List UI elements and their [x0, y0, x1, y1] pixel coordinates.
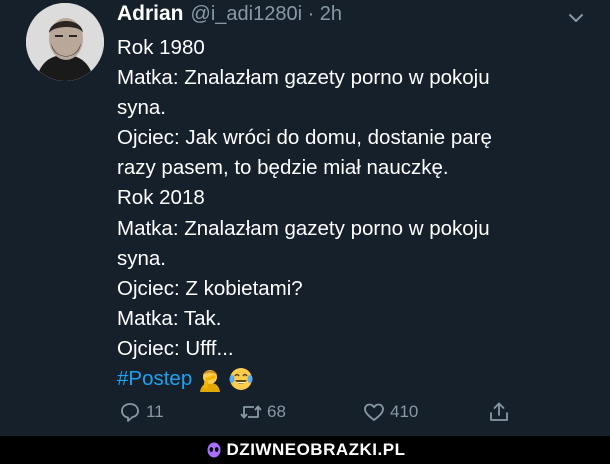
avatar-photo	[26, 3, 104, 81]
share-icon	[490, 402, 508, 421]
tweet-line: Matka: Tak.	[117, 306, 222, 330]
reply-icon	[121, 403, 139, 422]
hashtag-link[interactable]: #Postep	[117, 364, 192, 394]
tweet-line: Rok 2018	[117, 186, 205, 210]
author-name[interactable]: Adrian	[117, 2, 184, 26]
tweet-content: Adrian @i_adi1280i · 2h Rok 1980 Matka: …	[117, 2, 587, 394]
tweet-line: Matka: Znalazłam gazety porno w pokoju	[117, 66, 490, 90]
tweet-line: Rok 1980	[117, 36, 205, 59]
author-meta[interactable]: @i_adi1280i · 2h	[191, 3, 343, 26]
retweet-icon	[240, 405, 262, 419]
tweet-line: Ojciec: Z kobietami?	[117, 276, 303, 300]
like-count: 410	[390, 402, 419, 421]
watermark-bar: DZIWNEOBRAZKI.PL	[0, 436, 610, 464]
tweet-card[interactable]: Adrian @i_adi1280i · 2h Rok 1980 Matka: …	[0, 0, 610, 436]
reply-button[interactable]: 11	[118, 400, 164, 424]
tweet-line: Matka: Znalazłam gazety porno w pokoju	[117, 216, 490, 240]
tweet-line: razy pasem, to będzie miał nauczkę.	[117, 156, 449, 180]
tweet-header: Adrian @i_adi1280i · 2h	[117, 2, 587, 32]
tweet-line: syna.	[117, 246, 166, 270]
tweet-actions: 11 68 410	[118, 398, 538, 426]
site-watermark-text: DZIWNEOBRAZKI.PL	[226, 440, 406, 459]
retweet-count: 68	[267, 402, 286, 421]
man-facepalming-emoji	[197, 366, 223, 393]
tweet-line: syna.	[117, 96, 166, 120]
alien-logo-icon	[207, 442, 221, 458]
face-with-tears-of-joy-emoji	[228, 366, 254, 392]
tweet-line: Ojciec: Ufff...	[117, 336, 234, 360]
tweet-text: Rok 1980 Matka: Znalazłam gazety porno w…	[117, 33, 587, 394]
tweet-line: Ojciec: Jak wróci do domu, dostanie parę	[117, 126, 492, 150]
hashtag-row: #Postep	[117, 364, 587, 394]
avatar[interactable]	[26, 3, 104, 81]
retweet-button[interactable]: 68	[239, 400, 286, 424]
heart-icon	[364, 403, 384, 421]
site-watermark: DZIWNEOBRAZKI.PL	[205, 440, 406, 460]
like-button[interactable]: 410	[362, 400, 418, 424]
reply-count: 11	[146, 402, 164, 421]
share-button[interactable]	[487, 400, 511, 424]
